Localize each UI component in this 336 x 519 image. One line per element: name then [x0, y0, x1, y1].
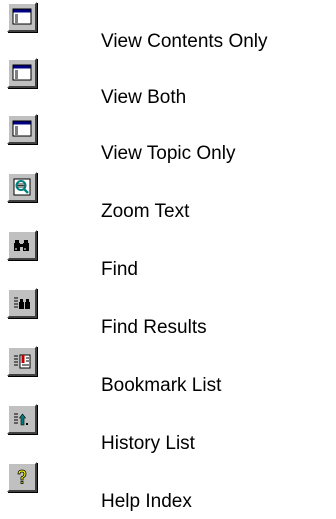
- list-item: Find Results: [0, 288, 336, 344]
- list-item: Help Index: [0, 462, 336, 518]
- find-results-icon: [14, 297, 30, 309]
- window-icon: [12, 120, 32, 137]
- bookmark-list-label: Bookmark List: [101, 375, 222, 396]
- find-label: Find: [101, 259, 138, 280]
- list-item: Zoom Text: [0, 172, 336, 228]
- list-item: Bookmark List: [0, 346, 336, 402]
- view-topic-only-label: View Topic Only: [101, 143, 236, 164]
- bookmark-list-button[interactable]: [7, 346, 37, 376]
- zoom-text-label: Zoom Text: [101, 201, 190, 222]
- find-results-label: Find Results: [101, 317, 207, 338]
- history-list-icon: [14, 413, 28, 426]
- list-item: View Contents Only: [0, 2, 336, 58]
- history-list-button[interactable]: [7, 404, 37, 434]
- view-contents-only-label: View Contents Only: [101, 31, 268, 52]
- list-item: View Both: [0, 58, 336, 114]
- window-icon: [12, 64, 32, 81]
- window-icon: [12, 8, 32, 25]
- find-results-button[interactable]: [7, 288, 37, 318]
- view-both-button[interactable]: [7, 58, 37, 88]
- view-both-label: View Both: [101, 87, 187, 108]
- history-list-label: History List: [101, 433, 195, 454]
- help-index-label: Help Index: [101, 491, 192, 512]
- view-contents-only-button[interactable]: [7, 2, 37, 32]
- list-item: View Topic Only: [0, 114, 336, 170]
- help-index-icon: [17, 469, 27, 484]
- zoom-text-button[interactable]: [7, 172, 37, 202]
- list-item: Find: [0, 230, 336, 286]
- binoculars-icon: [14, 240, 29, 251]
- find-button[interactable]: [7, 230, 37, 260]
- help-index-button[interactable]: [7, 462, 37, 492]
- bookmark-list-icon: [14, 354, 31, 369]
- magnifier-icon: [13, 178, 31, 196]
- view-topic-only-button[interactable]: [7, 114, 37, 144]
- list-item: History List: [0, 404, 336, 460]
